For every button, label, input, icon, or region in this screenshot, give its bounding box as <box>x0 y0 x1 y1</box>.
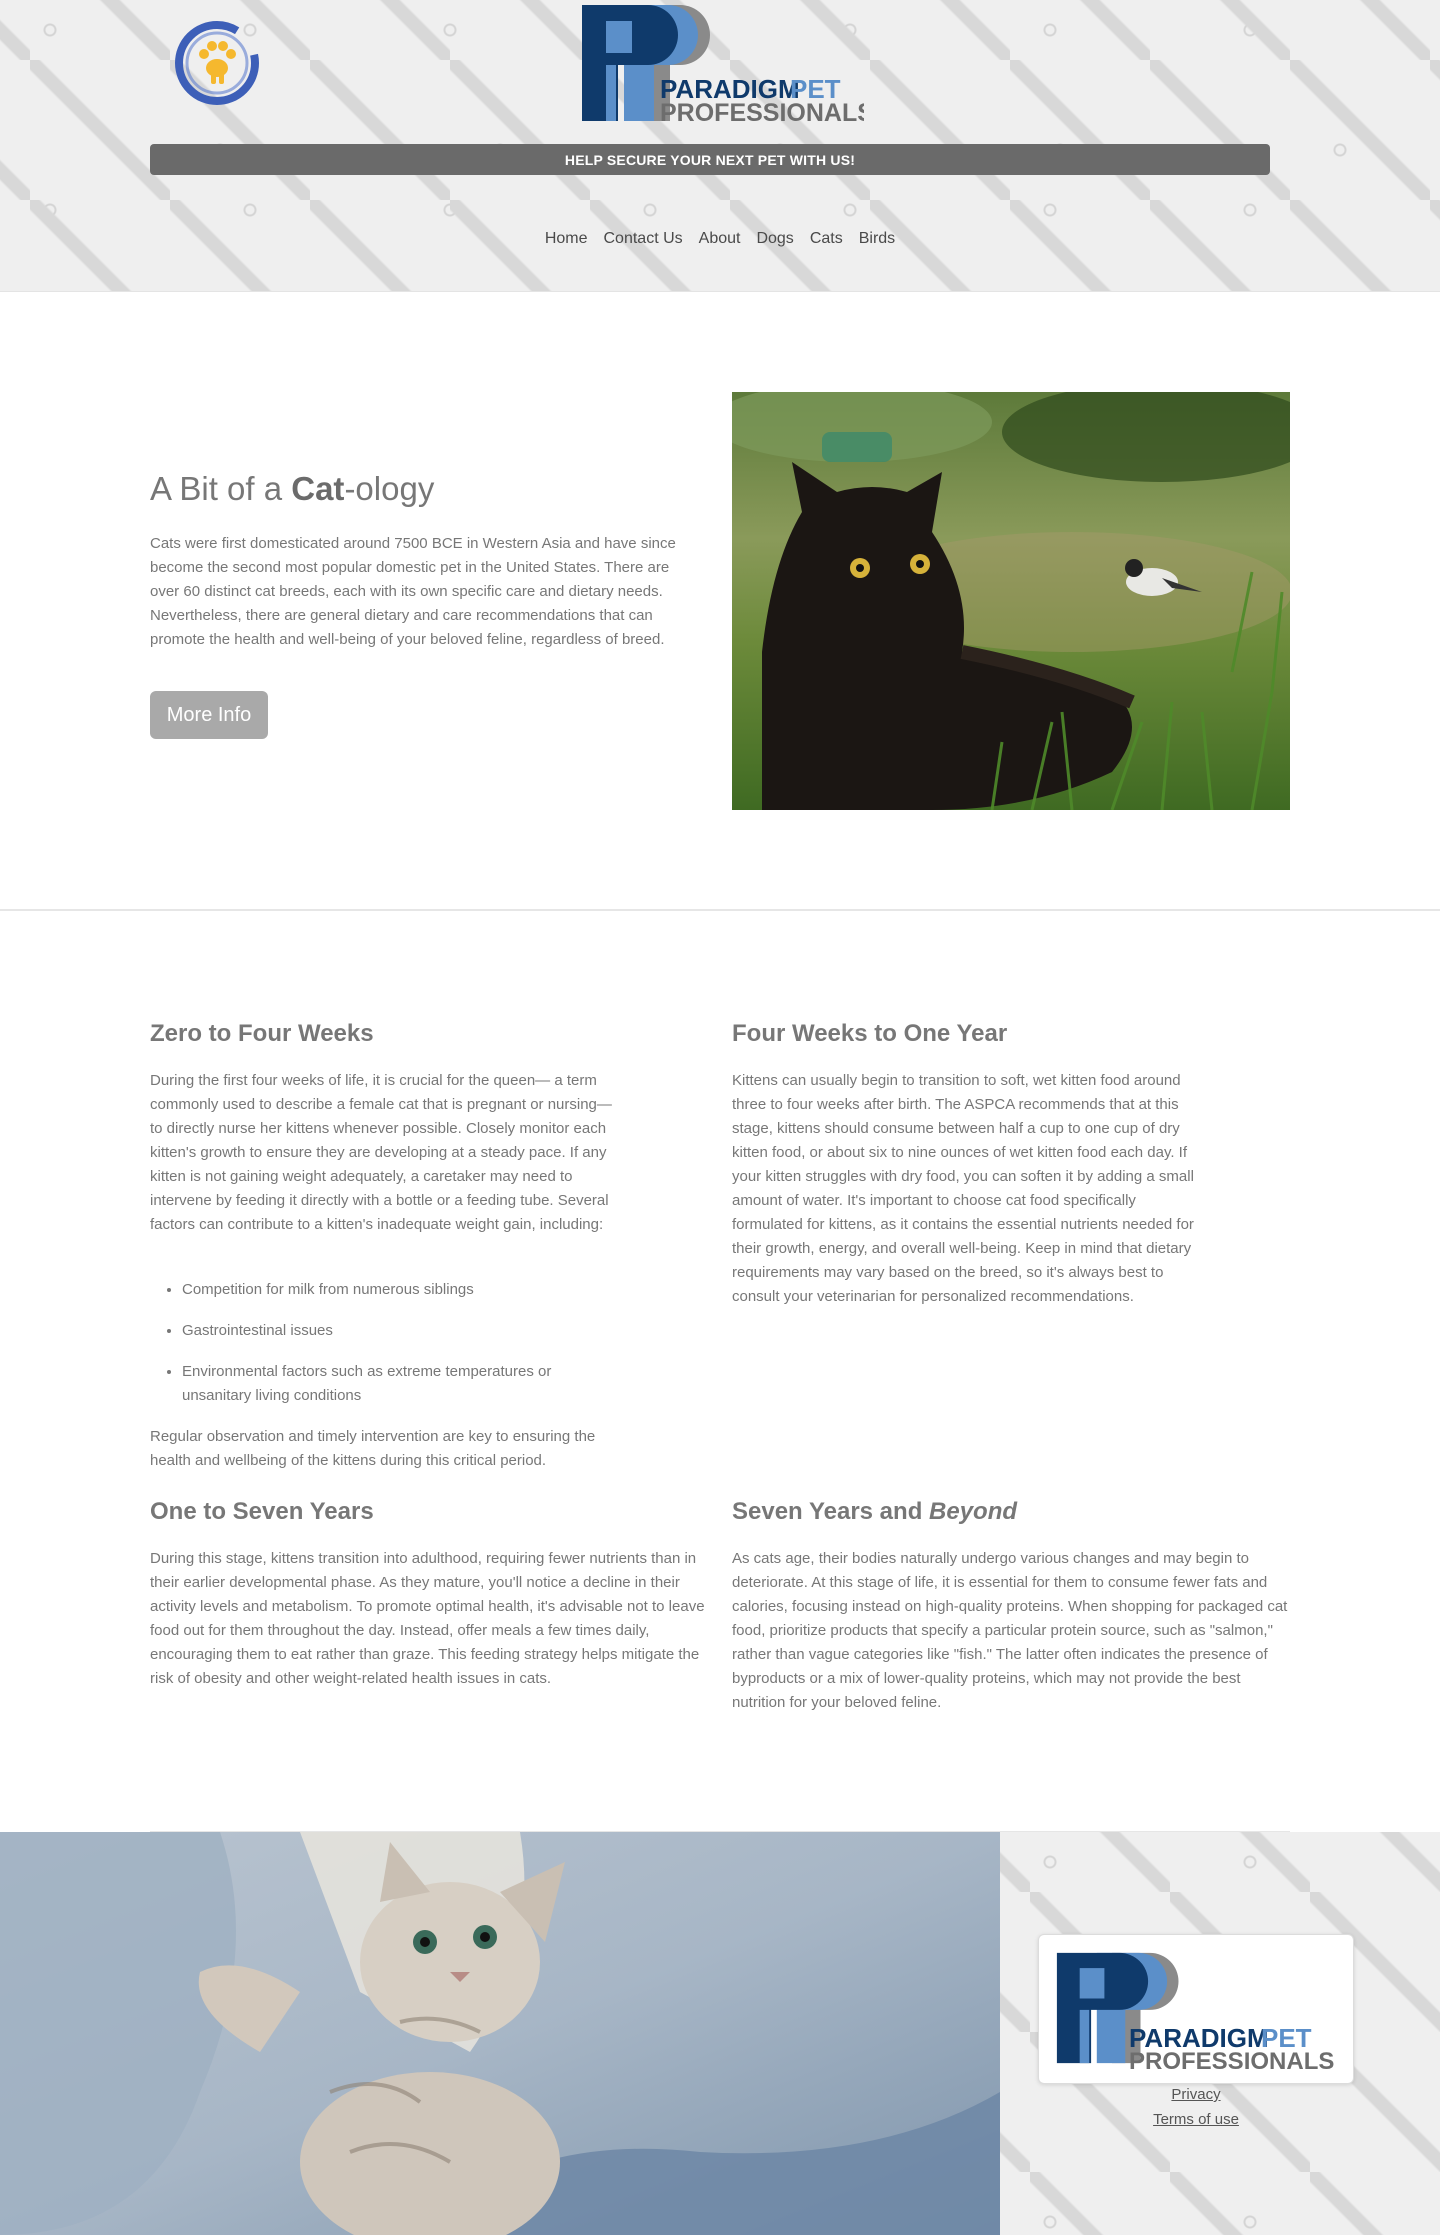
intro-title-post: -ology <box>344 470 435 507</box>
section-title-four-weeks-one-year: Four Weeks to One Year <box>732 1020 1008 1047</box>
kitten-image <box>0 1832 1000 2235</box>
intro-title-pre: A Bit of a <box>150 470 292 507</box>
promo-banner: HELP SECURE YOUR NEXT PET WITH US! <box>150 144 1270 175</box>
nav-about[interactable]: About <box>691 230 749 248</box>
paw-badge-logo[interactable] <box>174 20 260 106</box>
intro-title-bold: Cat <box>291 470 345 507</box>
nav-cats[interactable]: Cats <box>802 230 851 248</box>
intro-title: A Bit of a Cat-ology <box>150 470 434 508</box>
nav-home[interactable]: Home <box>537 230 596 248</box>
list-item: Gastrointestinal issues <box>182 1319 622 1343</box>
footer-brand-logo-icon: PARADIGM PET PROFESSIONALS <box>1056 1952 1334 2075</box>
site-header: PARADIGM PET PROFESSIONALS HELP SECURE Y… <box>0 0 1440 292</box>
more-info-button[interactable]: More Info <box>150 691 268 739</box>
black-cat-photo <box>732 392 1290 810</box>
section-text-one-seven-years: During this stage, kittens transition in… <box>150 1550 705 1687</box>
section-text-seven-years-beyond: As cats age, their bodies naturally unde… <box>732 1550 1288 1711</box>
footer-logo-card[interactable]: PARADIGM PET PROFESSIONALS <box>1038 1934 1354 2084</box>
main-nav: Home Contact Us About Dogs Cats Birds <box>0 230 1440 248</box>
intro-text: Cats were first domesticated around 7500… <box>150 535 676 648</box>
nav-dogs[interactable]: Dogs <box>748 230 801 248</box>
footer-side-panel: PARADIGM PET PROFESSIONALS Privacy Terms… <box>1000 1832 1440 2235</box>
list-item: Competition for milk from numerous sibli… <box>182 1278 622 1302</box>
terms-of-use-link[interactable]: Terms of use <box>1000 2111 1392 2128</box>
paw-badge-icon <box>175 21 259 105</box>
privacy-link[interactable]: Privacy <box>1000 2086 1392 2103</box>
section-title-pre: Seven Years and <box>732 1498 930 1525</box>
black-cat-image <box>732 392 1290 810</box>
section-title-emphasis: Beyond <box>929 1498 1018 1525</box>
nav-contact-us[interactable]: Contact Us <box>596 230 691 248</box>
weight-factors-list: Competition for milk from numerous sibli… <box>182 1278 622 1425</box>
nav-birds[interactable]: Birds <box>851 230 903 248</box>
brand-mark-icon: PARADIGM PET PROFESSIONALS <box>582 5 874 127</box>
section-title-seven-years-beyond: Seven Years and Beyond <box>732 1498 1017 1526</box>
section-text-four-weeks-one-year: Kittens can usually begin to transition … <box>732 1072 1194 1305</box>
section-title-zero-four-weeks: Zero to Four Weeks <box>150 1020 374 1047</box>
list-item: Environmental factors such as extreme te… <box>182 1360 622 1408</box>
brand-logo[interactable]: PARADIGM PET PROFESSIONALS <box>580 3 874 127</box>
section-divider <box>0 909 1440 911</box>
section-closing-zero-four-weeks: Regular observation and timely intervent… <box>150 1428 596 1469</box>
section-text-zero-four-weeks: During the first four weeks of life, it … <box>150 1072 612 1233</box>
section-title-one-seven-years: One to Seven Years <box>150 1498 374 1525</box>
footer-brand-line2: PROFESSIONALS <box>1129 2048 1334 2075</box>
kitten-photo <box>0 1832 1000 2235</box>
brand-name-line2: PROFESSIONALS <box>660 99 864 123</box>
